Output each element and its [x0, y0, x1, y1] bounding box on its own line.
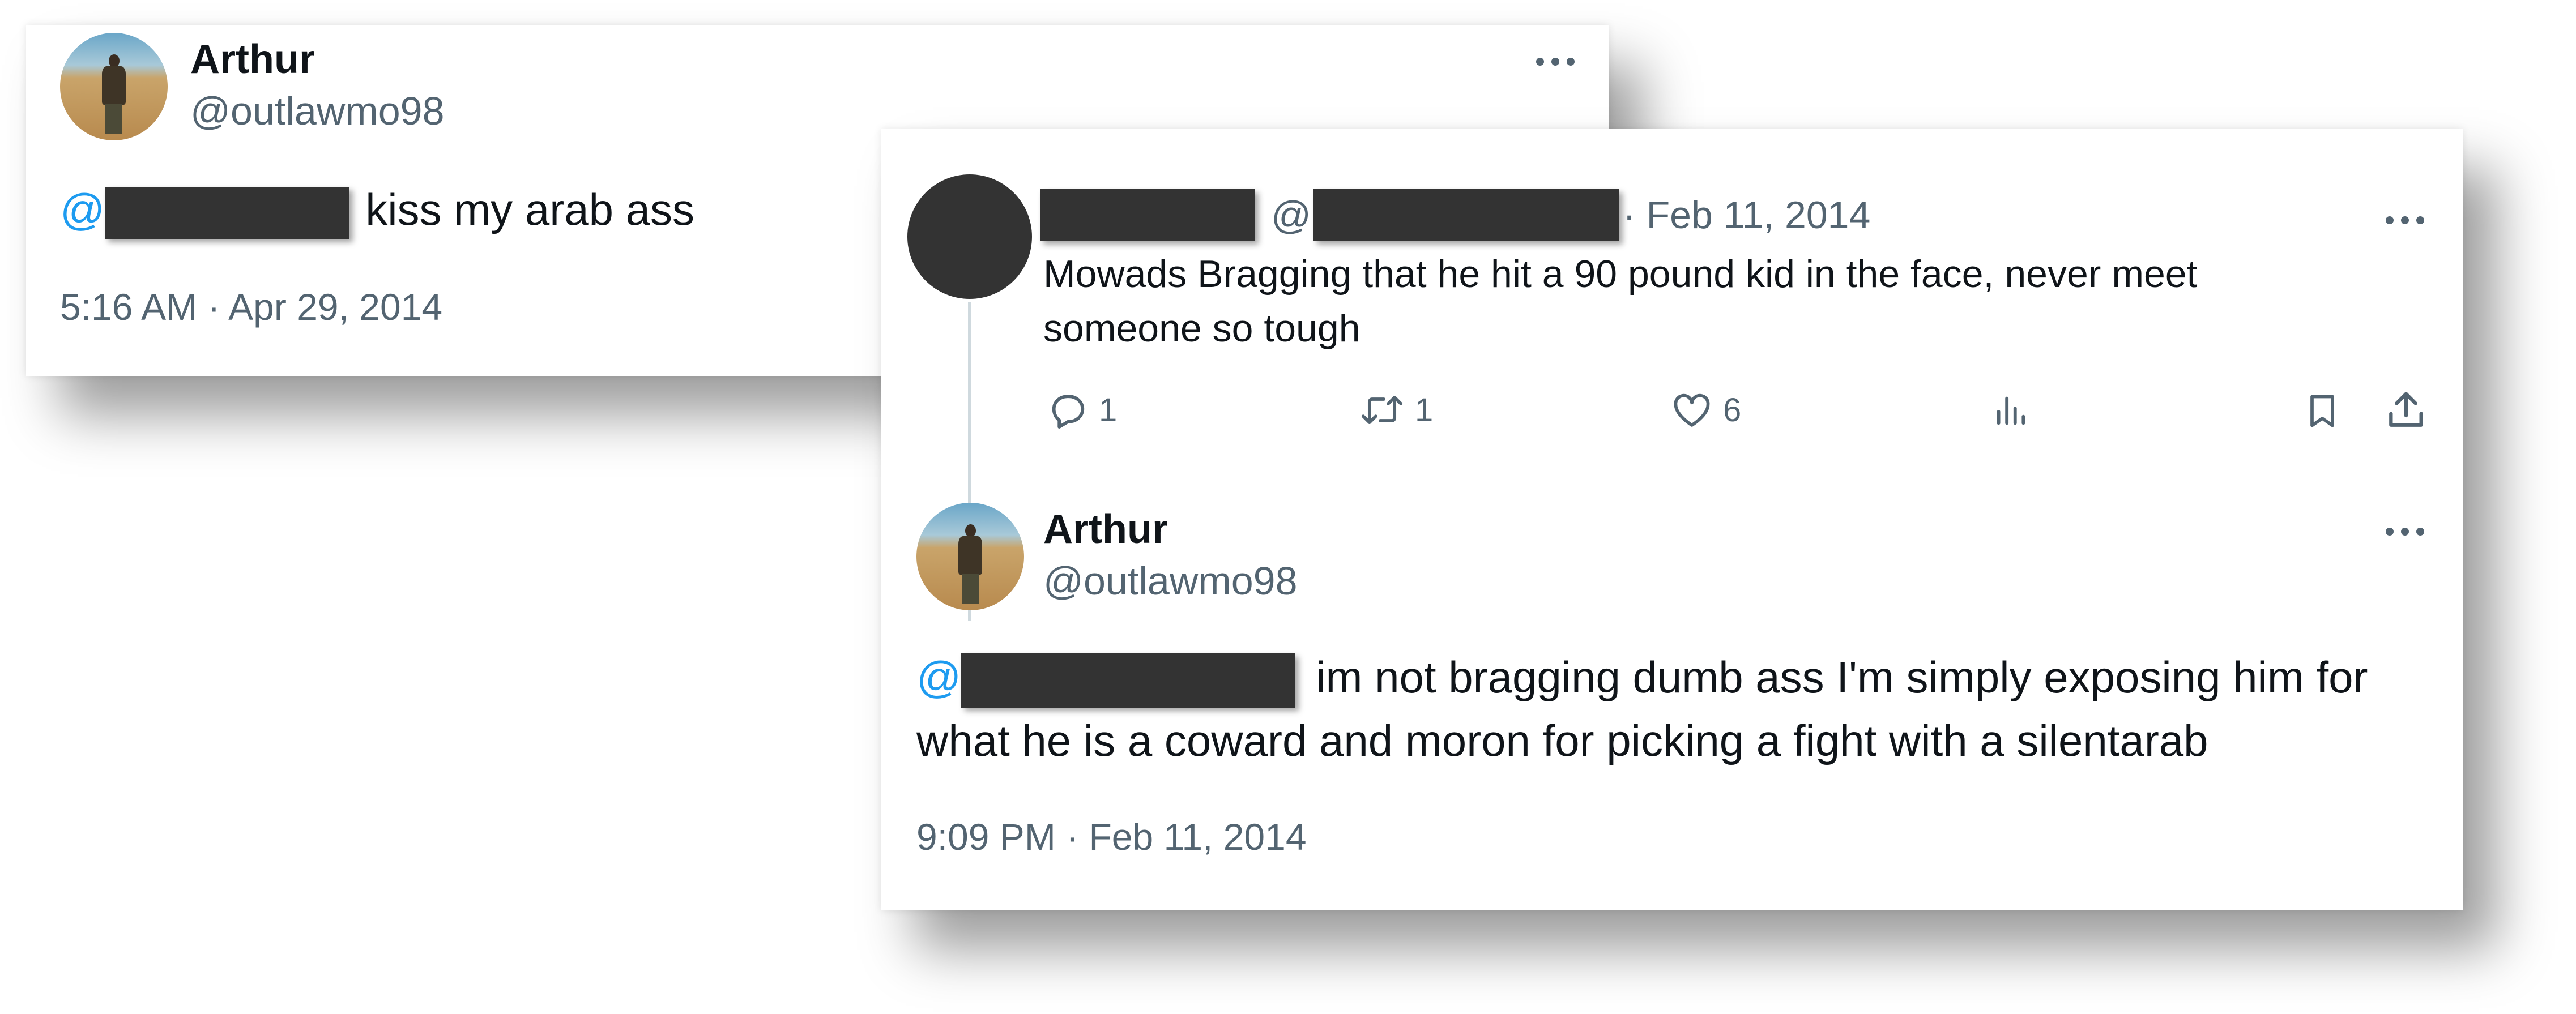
parent-more-icon[interactable] [2386, 216, 2424, 224]
redacted-display-name [1040, 189, 1255, 241]
tweet-body: kiss my arab ass [365, 185, 694, 234]
share-icon [2389, 392, 2423, 427]
author-handle[interactable]: @outlawmo98 [190, 88, 445, 134]
reply-author-avatar[interactable] [916, 503, 1024, 610]
like-count: 6 [1723, 391, 1742, 429]
reply-author-handle[interactable]: @outlawmo98 [1043, 558, 1298, 604]
parent-avatar-redacted[interactable] [907, 174, 1032, 299]
parent-tweet-header: @ · Feb 11, 2014 [1040, 189, 1870, 241]
like-button[interactable]: 6 [1670, 388, 1741, 431]
reply-tweet-text: @ im not bragging dumb ass I'm simply exp… [916, 645, 2434, 772]
retweet-count: 1 [1415, 391, 1434, 429]
avatar-figure [965, 524, 976, 537]
reply-mention-link[interactable]: @ [916, 652, 961, 702]
parent-handle-prefix[interactable]: @ [1271, 192, 1311, 238]
tweet-card-front[interactable]: @ · Feb 11, 2014 Mowads Bragging that he… [881, 129, 2463, 910]
bookmark-icon [2310, 395, 2334, 427]
reply-button[interactable]: 1 [1047, 388, 1117, 431]
reply-tweet-timestamp[interactable]: 9:09 PM · Feb 11, 2014 [916, 815, 1307, 858]
redacted-mention [961, 653, 1296, 708]
author-name[interactable]: Arthur [190, 36, 315, 83]
tweet-text: @ kiss my arab ass [60, 178, 694, 241]
redacted-username [105, 187, 350, 239]
parent-tweet-date[interactable]: · Feb 11, 2014 [1623, 193, 1870, 237]
views-button[interactable] [1990, 388, 2030, 431]
views-icon [1997, 396, 2025, 425]
profile-avatar[interactable] [60, 33, 168, 140]
retweet-icon [1361, 395, 1403, 425]
mention-link[interactable]: @ [60, 185, 105, 234]
more-horizontal-icon[interactable] [1536, 58, 1575, 66]
reply-count: 1 [1099, 391, 1118, 429]
retweet-button[interactable]: 1 [1358, 388, 1433, 431]
redacted-handle [1313, 189, 1620, 241]
reply-author-name[interactable]: Arthur [1043, 506, 1168, 553]
bookmark-button[interactable] [2302, 388, 2343, 434]
tweet-timestamp[interactable]: 5:16 AM · Apr 29, 2014 [60, 285, 442, 328]
avatar-figure [108, 54, 120, 67]
reply-icon [1052, 395, 1085, 429]
parent-tweet-text: Mowads Bragging that he hit a 90 pound k… [1043, 253, 2198, 350]
like-icon [1674, 393, 1710, 427]
share-button[interactable] [2383, 386, 2429, 434]
reply-more-icon[interactable] [2386, 528, 2424, 536]
